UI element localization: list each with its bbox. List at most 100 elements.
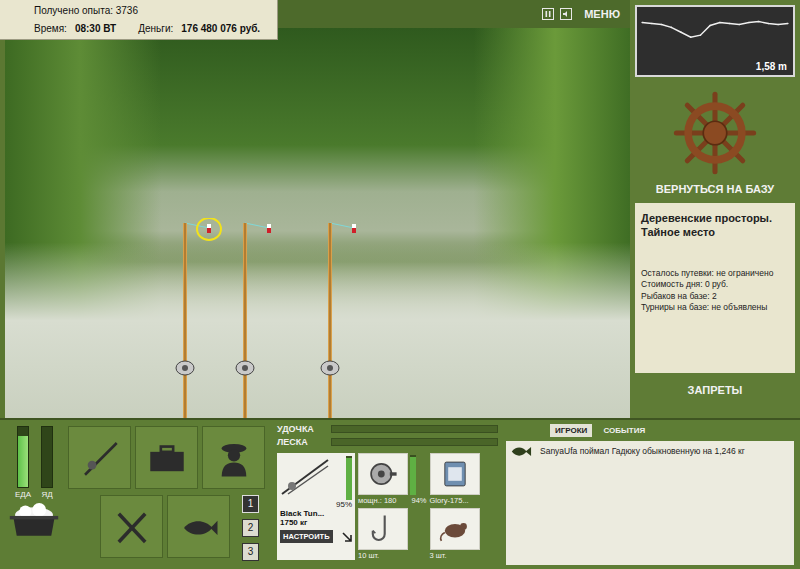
hook-slot[interactable]: 10 шт. — [358, 508, 427, 560]
log-tab[interactable]: ИГРОКИ — [550, 424, 592, 437]
tension-label: ЛЕСКА — [277, 437, 327, 447]
time-label: Время: — [34, 23, 67, 34]
need-meter: ЯД — [41, 426, 53, 499]
depth-point — [768, 23, 770, 25]
fishing-rod[interactable] — [318, 218, 378, 418]
tension-meter: ЛЕСКА — [277, 437, 498, 447]
fish-icon — [177, 505, 221, 549]
rod-icon — [280, 456, 330, 496]
reel-icon — [236, 361, 254, 375]
line-name: Glory-175... — [430, 496, 469, 505]
arrow-icon — [342, 532, 352, 542]
rod-condition-meter — [346, 456, 352, 500]
depth-point — [641, 22, 643, 24]
depth-point — [661, 24, 663, 26]
float-icon[interactable] — [267, 224, 271, 233]
line-slot[interactable]: Glory-175... — [430, 453, 499, 505]
float-icon[interactable] — [207, 224, 211, 233]
event-item: SanyaUfa поймал Гадюку обыкновенную на 1… — [510, 445, 790, 458]
depth-point — [787, 23, 789, 25]
depth-point — [690, 36, 692, 38]
fish-icon — [510, 445, 532, 458]
depth-point — [680, 31, 682, 33]
depth-point — [739, 24, 741, 26]
depth-point — [748, 22, 750, 24]
bait-slot[interactable]: 3 шт. — [430, 508, 499, 560]
rods-button[interactable] — [68, 426, 131, 489]
depth-point — [671, 27, 673, 29]
game-screen: Получено опыта: 3736 Время: 08:30 ВТ Ден… — [0, 0, 800, 569]
bans-button[interactable]: ЗАПРЕТЫ — [635, 373, 795, 407]
reel-power: мощн.: 180 — [358, 496, 396, 505]
depth-point — [700, 34, 702, 36]
depth-point — [651, 23, 653, 25]
tension-label: УДОЧКА — [277, 424, 327, 434]
need-label: ЯД — [41, 490, 52, 499]
food-button[interactable] — [100, 495, 163, 558]
location-detail: Осталось путевки: не ограничено — [641, 268, 789, 279]
pause-icon[interactable] — [542, 8, 554, 20]
fisherman-button[interactable] — [202, 426, 265, 489]
fisherman-icon — [212, 436, 256, 480]
experience: Получено опыта: 3736 — [34, 5, 271, 16]
reel-icon — [176, 361, 194, 375]
hook-icon — [366, 512, 400, 546]
stats-panel: Получено опыта: 3736 Время: 08:30 ВТ Ден… — [0, 0, 278, 40]
rod-card[interactable]: 95% Black Tun... 1750 кг НАСТРОИТЬ — [277, 453, 355, 560]
sound-icon[interactable] — [560, 8, 572, 20]
time-value: 08:30 ВТ — [75, 23, 116, 34]
money-label: Деньги: — [138, 23, 173, 34]
rod-condition: 95% — [280, 500, 352, 509]
fishing-scene[interactable] — [5, 28, 630, 418]
bait-count: 3 шт. — [430, 551, 447, 560]
reel-condition-meter — [410, 455, 416, 495]
depth-reading: 1,58 m — [756, 61, 787, 72]
depth-point — [719, 22, 721, 24]
depth-point — [758, 21, 760, 23]
bottom-panel: ЕДА ЯД 1 2 3 УДОЧКА ЛЕСКА 95% Black Tun...… — [0, 418, 800, 569]
tension-meter: УДОЧКА — [277, 424, 498, 434]
menu-button[interactable]: МЕНЮ — [584, 6, 620, 22]
hook-count: 10 шт. — [358, 551, 379, 560]
depth-point — [777, 24, 779, 26]
log-tab[interactable]: СОБЫТИЯ — [598, 424, 650, 437]
fish-cage-button[interactable] — [167, 495, 230, 558]
event-log: SanyaUfa поймал Гадюку обыкновенную на 1… — [506, 441, 794, 565]
pot-icon[interactable] — [8, 503, 60, 541]
money-value: 176 480 076 руб. — [181, 23, 260, 34]
rod-slot-button[interactable]: 3 — [242, 543, 259, 561]
reel-condition: 94% — [411, 496, 426, 505]
highlight-ring — [197, 218, 221, 240]
fishing-line — [245, 223, 269, 228]
mouse-bait-icon — [438, 512, 472, 546]
setup-button[interactable]: НАСТРОИТЬ — [280, 530, 333, 543]
ship-wheel-icon[interactable] — [673, 91, 757, 175]
rod-name: Black Tun... — [280, 509, 352, 518]
line-spool-icon — [438, 457, 472, 491]
need-meter: ЕДА — [15, 426, 31, 499]
return-to-base-button[interactable]: ВЕРНУТЬСЯ НА БАЗУ — [635, 181, 795, 203]
fishing-rod[interactable] — [233, 218, 293, 418]
location-detail: Турниры на базе: не объявлены — [641, 302, 789, 313]
location-detail: Стоимость дня: 0 руб. — [641, 279, 789, 290]
rod-slot-button[interactable]: 2 — [242, 519, 259, 537]
location-title: Деревенские просторы. Тайное место — [641, 211, 789, 240]
depth-point — [729, 23, 731, 25]
float-icon[interactable] — [352, 224, 356, 233]
rod-slot-button[interactable]: 1 — [242, 495, 259, 513]
tackle-box-button[interactable] — [135, 426, 198, 489]
fishing-rod[interactable] — [173, 218, 233, 418]
right-panel: 1,58 m ВЕРНУТЬСЯ НА БАЗУ Деревенские про… — [630, 0, 800, 418]
depth-point — [709, 25, 711, 27]
fishing-line — [330, 223, 354, 228]
reel-slot[interactable]: мощн.: 180 94% — [358, 453, 427, 505]
location-detail: Рыбаков на базе: 2 — [641, 291, 789, 302]
need-label: ЕДА — [15, 490, 31, 499]
reel-icon — [321, 361, 339, 375]
top-bar: Получено опыта: 3736 Время: 08:30 ВТ Ден… — [0, 0, 630, 28]
location-info: Деревенские просторы. Тайное место Остал… — [635, 203, 795, 373]
tackle-box-icon — [145, 436, 189, 480]
depth-chart: 1,58 m — [635, 5, 795, 77]
rod-capacity: 1750 кг — [280, 518, 352, 527]
reel-icon — [366, 457, 400, 491]
